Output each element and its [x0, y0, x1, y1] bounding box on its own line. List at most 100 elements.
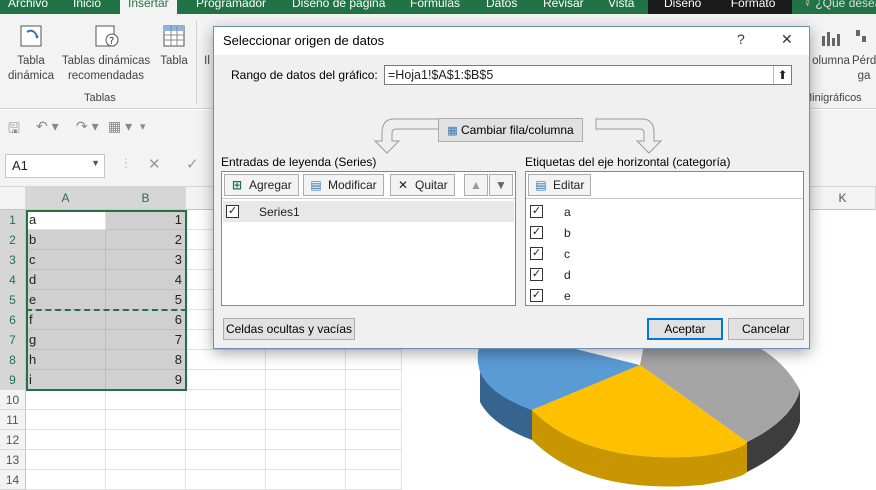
cell[interactable]	[346, 450, 402, 470]
cell[interactable]	[266, 430, 346, 450]
category-list-item[interactable]: ✓ a	[527, 202, 802, 222]
cell[interactable]	[346, 470, 402, 490]
row-header[interactable]: 7	[0, 330, 26, 350]
tab-diseno-pagina[interactable]: Diseño de página	[292, 0, 385, 10]
row-header[interactable]: 1	[0, 210, 26, 230]
cell-b[interactable]: 4	[106, 270, 186, 290]
pivot-table-button[interactable]: Tabla dinámica	[3, 22, 59, 84]
row-header[interactable]: 6	[0, 310, 26, 330]
undo-icon[interactable]: ↶ ▾	[36, 118, 59, 135]
cell-b[interactable]: 5	[106, 290, 186, 310]
cell[interactable]	[266, 350, 346, 370]
chart-range-input[interactable]: =Hoja1!$A$1:$B$5	[384, 65, 792, 85]
row-header[interactable]: 10	[0, 390, 26, 410]
row-header[interactable]: 9	[0, 370, 26, 390]
row-header[interactable]: 14	[0, 470, 26, 490]
cell-a[interactable]: f	[26, 310, 106, 330]
cell-a[interactable]: d	[26, 270, 106, 290]
collapse-dialog-icon[interactable]: ⬆	[773, 66, 791, 84]
move-up-button[interactable]: ▲	[464, 174, 488, 196]
tab-formulas[interactable]: Fórmulas	[410, 0, 460, 10]
cell-a[interactable]: a	[26, 210, 106, 230]
series-checkbox[interactable]: ✓	[226, 205, 239, 218]
name-box[interactable]: A1 ▼	[5, 154, 105, 178]
cell[interactable]	[346, 410, 402, 430]
column-header-k[interactable]: K	[810, 187, 876, 210]
series-list-item[interactable]: ✓ Series1	[223, 201, 514, 222]
cell[interactable]	[266, 390, 346, 410]
tab-datos[interactable]: Datos	[486, 0, 517, 10]
tab-programador[interactable]: Programador	[196, 0, 266, 10]
recommended-pivot-button[interactable]: ? Tablas dinámicas recomendadas	[58, 22, 154, 84]
cell[interactable]	[186, 450, 266, 470]
column-header-a[interactable]: A	[26, 187, 106, 210]
tab-diseno[interactable]: Diseño	[664, 0, 701, 10]
cell-a[interactable]	[26, 430, 106, 450]
tell-me-search[interactable]: ♀ ¿Qué desea	[803, 0, 876, 10]
cell-b[interactable]	[106, 450, 186, 470]
cell-a[interactable]	[26, 470, 106, 490]
tab-insertar[interactable]: Insertar	[120, 0, 177, 14]
category-checkbox[interactable]: ✓	[530, 205, 543, 218]
switch-row-column-button[interactable]: ▦ Cambiar fila/columna	[438, 118, 583, 142]
cell-a[interactable]	[26, 390, 106, 410]
cell[interactable]	[266, 410, 346, 430]
cell-b[interactable]: 7	[106, 330, 186, 350]
cell-a[interactable]: h	[26, 350, 106, 370]
row-header[interactable]: 12	[0, 430, 26, 450]
illustrations-button[interactable]: Il	[200, 54, 214, 69]
select-all-corner[interactable]	[0, 187, 26, 210]
cell-b[interactable]: 6	[106, 310, 186, 330]
cell-a[interactable]	[26, 410, 106, 430]
column-header-b[interactable]: B	[106, 187, 186, 210]
cell-a[interactable]: i	[26, 370, 106, 390]
category-checkbox[interactable]: ✓	[530, 247, 543, 260]
hidden-empty-cells-button[interactable]: Celdas ocultas y vacías	[223, 318, 355, 340]
sparkline-winloss-button[interactable]: Pérd ga	[852, 22, 876, 84]
cell-b[interactable]: 3	[106, 250, 186, 270]
cell[interactable]	[346, 370, 402, 390]
add-series-button[interactable]: ⊞ Agregar	[224, 174, 299, 196]
cell-b[interactable]: 9	[106, 370, 186, 390]
cell-a[interactable]	[26, 450, 106, 470]
cell-a[interactable]: b	[26, 230, 106, 250]
cell[interactable]	[186, 470, 266, 490]
category-checkbox[interactable]: ✓	[530, 226, 543, 239]
sparkline-column-button[interactable]: olumna	[810, 22, 852, 69]
row-header[interactable]: 11	[0, 410, 26, 430]
cell-b[interactable]	[106, 470, 186, 490]
edit-series-button[interactable]: ▤ Modificar	[303, 174, 384, 196]
category-list-item[interactable]: ✓ e	[527, 286, 802, 306]
category-list-item[interactable]: ✓ b	[527, 223, 802, 243]
cell[interactable]	[186, 390, 266, 410]
row-header[interactable]: 2	[0, 230, 26, 250]
cell-b[interactable]: 2	[106, 230, 186, 250]
cell[interactable]	[186, 410, 266, 430]
cancel-formula-icon[interactable]: ✕	[148, 155, 161, 173]
close-icon[interactable]: ✕	[781, 31, 793, 48]
cell[interactable]	[266, 370, 346, 390]
cell-b[interactable]: 8	[106, 350, 186, 370]
category-checkbox[interactable]: ✓	[530, 289, 543, 302]
edit-axis-button[interactable]: ▤ Editar	[528, 174, 592, 196]
row-header[interactable]: 13	[0, 450, 26, 470]
customize-qat-icon[interactable]: ▾	[140, 120, 146, 133]
help-icon[interactable]: ?	[737, 31, 745, 47]
cell[interactable]	[266, 450, 346, 470]
cell-a[interactable]: c	[26, 250, 106, 270]
tab-formato[interactable]: Formato	[731, 0, 776, 10]
tab-revisar[interactable]: Revisar	[543, 0, 584, 10]
calculator-icon[interactable]: ▦ ▾	[108, 118, 132, 135]
category-list-item[interactable]: ✓ d	[527, 265, 802, 285]
cell[interactable]	[346, 390, 402, 410]
category-checkbox[interactable]: ✓	[530, 268, 543, 281]
cell-b[interactable]	[106, 410, 186, 430]
row-header[interactable]: 3	[0, 250, 26, 270]
row-header[interactable]: 4	[0, 270, 26, 290]
category-list-item[interactable]: ✓ c	[527, 244, 802, 264]
cell-b[interactable]	[106, 390, 186, 410]
cell[interactable]	[266, 470, 346, 490]
ok-button[interactable]: Aceptar	[647, 318, 723, 340]
cell[interactable]	[186, 350, 266, 370]
move-down-button[interactable]: ▼	[489, 174, 513, 196]
